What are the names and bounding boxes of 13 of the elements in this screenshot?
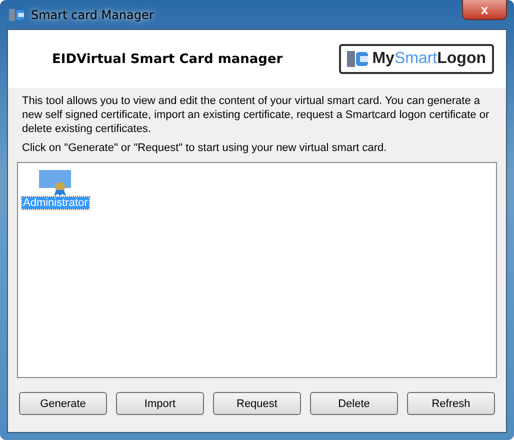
description-text: Click on "Generate" or "Request" to start using your new virtual smart card. <box>22 141 388 155</box>
description-text: This tool allows you to view and edit the content of your virtual smart card. You can generate a new self signed certificate, import an existing certificate, request a Smartcard logon certificate or delete existing certificates. <box>22 94 490 136</box>
header-title: EIDVirtual Smart Card manager <box>52 52 283 66</box>
action-button[interactable]: Import <box>116 392 204 415</box>
logo: MySmartLogon <box>339 44 494 74</box>
action-button[interactable]: Refresh <box>407 392 495 415</box>
action-button[interactable]: Generate <box>19 392 107 415</box>
smart-card-icon <box>9 8 25 22</box>
action-button[interactable]: Request <box>213 392 301 415</box>
close-button[interactable]: x <box>462 0 507 20</box>
action-button[interactable]: Delete <box>310 392 398 415</box>
certificate-icon <box>38 169 72 197</box>
window-title: Smart card Manager <box>31 8 154 22</box>
